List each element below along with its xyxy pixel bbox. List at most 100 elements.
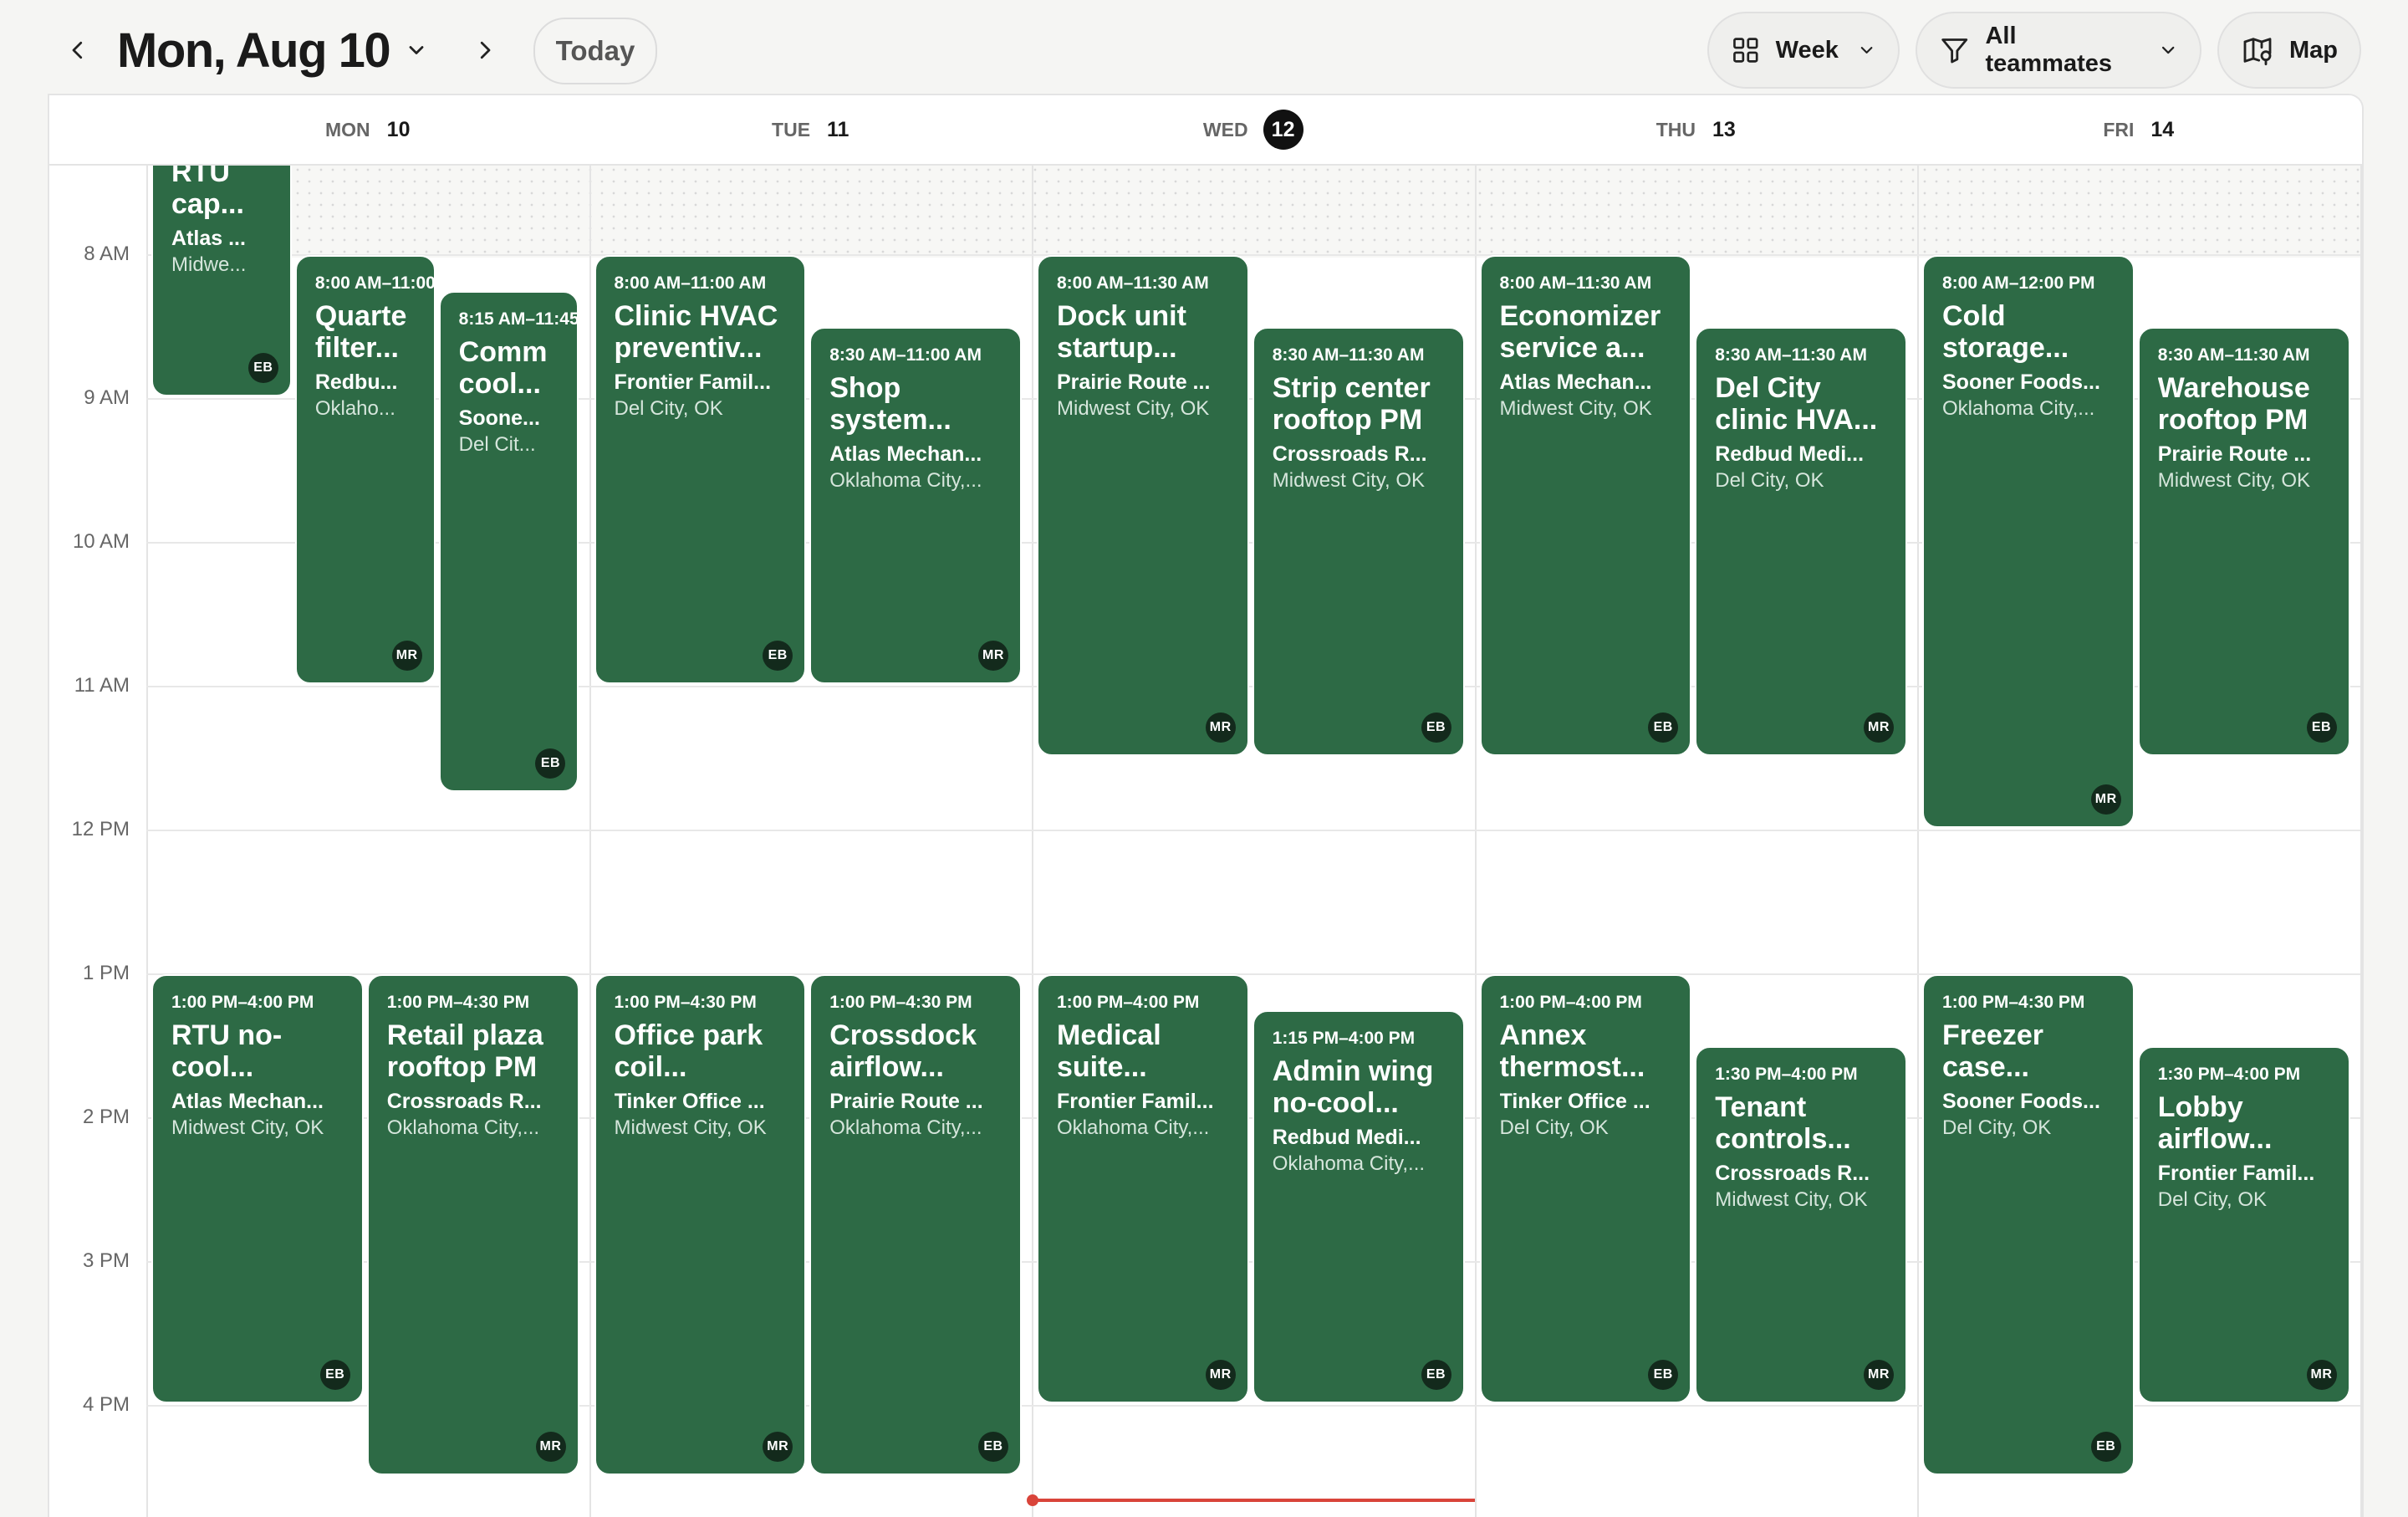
day-column-divider bbox=[146, 95, 148, 1517]
event-card[interactable]: 8:00 AM–11:00 AM Quarte filter... Redbu...… bbox=[294, 255, 436, 684]
technician-avatar: EB bbox=[1648, 1360, 1679, 1390]
day-column-divider bbox=[1917, 95, 1919, 1517]
filter-label: All teammates bbox=[1985, 23, 2112, 77]
event-card[interactable]: 8:30 AM–11:30 AM Strip center rooftop PM C… bbox=[1252, 327, 1465, 756]
event-card[interactable]: 1:00 PM–4:00 PM RTU no-cool... Atlas Mecha… bbox=[151, 974, 364, 1403]
event-location: Oklaho... bbox=[314, 397, 395, 420]
event-card[interactable]: 8:00 AM–11:00 AM Clinic HVAC preventiv...… bbox=[594, 255, 807, 684]
today-button[interactable]: Today bbox=[533, 18, 657, 84]
date-picker-toggle[interactable] bbox=[400, 33, 433, 67]
current-date-title[interactable]: Mon, Aug 10 bbox=[117, 22, 391, 80]
day-number: 14 bbox=[2150, 117, 2175, 141]
map-view-button[interactable]: Map bbox=[2217, 12, 2361, 89]
day-header-tue[interactable]: TUE 11 bbox=[589, 95, 1033, 164]
technician-avatar: MR bbox=[763, 1432, 793, 1462]
event-location: Del City, OK bbox=[1499, 1116, 1609, 1139]
event-client: Atlas Mechan... bbox=[1499, 370, 1652, 394]
event-card[interactable]: 1:00 PM–4:30 PM Office park coil... Tinker… bbox=[594, 974, 807, 1475]
day-column-divider bbox=[2360, 95, 2362, 1517]
day-of-week-label: MON bbox=[325, 118, 370, 140]
event-time: 1:15 PM–4:00 PM bbox=[1272, 1029, 1416, 1048]
next-week-button[interactable] bbox=[464, 25, 506, 75]
event-card[interactable]: 8:30 AM–11:30 AM Del City clinic HVA... Re… bbox=[1695, 327, 1907, 756]
funnel-icon bbox=[1941, 38, 1968, 64]
technician-avatar: EB bbox=[2306, 713, 2337, 743]
hour-label: 9 AM bbox=[84, 386, 130, 409]
event-card[interactable]: 1:15 PM–4:00 PM Admin wing no-cool... Redb… bbox=[1252, 1010, 1465, 1403]
event-location: Del City, OK bbox=[614, 397, 723, 420]
event-time: 1:00 PM–4:30 PM bbox=[614, 993, 757, 1012]
day-of-week-label: WED bbox=[1202, 118, 1248, 140]
technician-avatar: MR bbox=[1205, 1360, 1236, 1390]
event-card[interactable]: 8:30 AM–11:00 AM Shop system... Atlas Mech… bbox=[809, 327, 1022, 684]
hour-label: 8 AM bbox=[84, 243, 130, 265]
event-card[interactable]: 8:00 AM–11:30 AM Dock unit startup... Prai… bbox=[1037, 255, 1249, 756]
event-client: Redbu... bbox=[314, 370, 398, 394]
event-time: 8:00 AM–11:30 AM bbox=[1057, 273, 1209, 293]
event-time: 1:00 PM–4:00 PM bbox=[1499, 993, 1642, 1012]
technician-avatar: MR bbox=[2306, 1360, 2337, 1390]
event-client: Sooner Foods... bbox=[1942, 1090, 2100, 1113]
event-time: 1:00 PM–4:30 PM bbox=[829, 993, 972, 1012]
day-header-thu[interactable]: THU 13 bbox=[1475, 95, 1918, 164]
teammate-filter[interactable]: All teammates bbox=[1916, 12, 2201, 89]
event-location: Del City, OK bbox=[2157, 1188, 2267, 1211]
technician-avatar: MR bbox=[1864, 713, 1894, 743]
event-location: Oklahoma City,... bbox=[1942, 397, 2095, 420]
event-client: Atlas ... bbox=[171, 227, 246, 250]
event-card[interactable]: 1:00 PM–4:00 PM Annex thermost... Tinker O… bbox=[1479, 974, 1692, 1403]
event-card[interactable]: 1:00 PM–4:00 PM Medical suite... Frontier … bbox=[1037, 974, 1249, 1403]
event-time: 1:00 PM–4:30 PM bbox=[1942, 993, 2085, 1012]
technician-avatar: EB bbox=[247, 353, 278, 383]
event-location: Midwest City, OK bbox=[614, 1116, 767, 1139]
event-time: 8:00 AM–11:00 AM bbox=[314, 273, 434, 293]
event-card[interactable]: 1:00 PM–4:30 PM Freezer case... Sooner Foo… bbox=[1922, 974, 2135, 1475]
event-location: Midwest City, OK bbox=[1272, 469, 1425, 492]
technician-avatar: EB bbox=[1421, 1360, 1451, 1390]
event-client: Crossroads R... bbox=[1715, 1162, 1870, 1185]
event-client: Frontier Famil... bbox=[1057, 1090, 1214, 1113]
event-location: Oklahoma City,... bbox=[829, 469, 982, 492]
event-title: Strip center rooftop PM bbox=[1272, 372, 1431, 436]
event-client: Atlas Mechan... bbox=[171, 1090, 324, 1113]
previous-week-button[interactable] bbox=[57, 25, 99, 75]
technician-avatar: EB bbox=[535, 748, 566, 779]
day-header-mon[interactable]: MON 10 bbox=[146, 95, 589, 164]
hour-label: 12 PM bbox=[71, 818, 130, 840]
day-header-fri[interactable]: FRI 14 bbox=[1917, 95, 2360, 164]
event-card[interactable]: 8:00 AM–11:30 AM Economizer service a... A… bbox=[1479, 255, 1692, 756]
technician-avatar: MR bbox=[978, 641, 1008, 671]
event-time: 8:30 AM–11:30 AM bbox=[1272, 345, 1425, 365]
event-time: 8:00 AM–12:00 PM bbox=[1942, 273, 2095, 293]
event-card[interactable]: 1:30 PM–4:00 PM Lobby airflow... Frontier … bbox=[2137, 1046, 2350, 1403]
event-card[interactable]: 8:30 AM–11:30 AM Warehouse rooftop PM Prai… bbox=[2137, 327, 2350, 756]
event-location: Midwe... bbox=[171, 253, 247, 276]
event-location: Midwest City, OK bbox=[2157, 469, 2310, 492]
event-title: RTU no-cool... bbox=[171, 1019, 283, 1083]
event-card[interactable]: 1:00 PM–4:30 PM Crossdock airflow... Prair… bbox=[809, 974, 1022, 1475]
technician-avatar: MR bbox=[535, 1432, 566, 1462]
event-location: Midwest City, OK bbox=[1057, 397, 1210, 420]
event-client: Tinker Office ... bbox=[1499, 1090, 1650, 1113]
event-time: 1:00 PM–4:30 PM bbox=[386, 993, 530, 1012]
chevron-down-icon bbox=[1860, 47, 1873, 54]
event-client: Soone... bbox=[458, 406, 540, 430]
event-location: Midwest City, OK bbox=[171, 1116, 324, 1139]
event-card[interactable]: 8:00 AM–12:00 PM Cold storage... Sooner Fo… bbox=[1922, 255, 2135, 828]
event-title: Retail plaza rooftop PM bbox=[386, 1019, 543, 1083]
event-title: Freezer case... bbox=[1942, 1019, 2043, 1083]
day-header-row: MON 10 TUE 11 WED 12 THU 13 FRI 14 bbox=[49, 95, 2362, 166]
event-card[interactable]: 1:30 PM–4:00 PM Tenant controls... Crossro… bbox=[1695, 1046, 1907, 1403]
event-title: Office park coil... bbox=[614, 1019, 763, 1083]
event-card[interactable]: 8:15 AM–11:45 AM Comm cool... Soone... Del … bbox=[438, 291, 579, 792]
event-client: Frontier Famil... bbox=[614, 370, 772, 394]
all-day-row[interactable] bbox=[280, 164, 2360, 258]
event-title: Shop system... bbox=[829, 372, 951, 436]
day-header-wed[interactable]: WED 12 bbox=[1032, 95, 1475, 164]
event-time: 8:30 AM–11:30 AM bbox=[1715, 345, 1867, 365]
event-client: Atlas Mechan... bbox=[829, 442, 982, 466]
event-card[interactable]: 1:00 PM–4:30 PM Retail plaza rooftop PM Cr… bbox=[366, 974, 579, 1475]
event-time: 1:30 PM–4:00 PM bbox=[1715, 1065, 1858, 1084]
event-title: Quarte filter... bbox=[314, 300, 407, 364]
view-selector[interactable]: Week bbox=[1707, 12, 1900, 89]
